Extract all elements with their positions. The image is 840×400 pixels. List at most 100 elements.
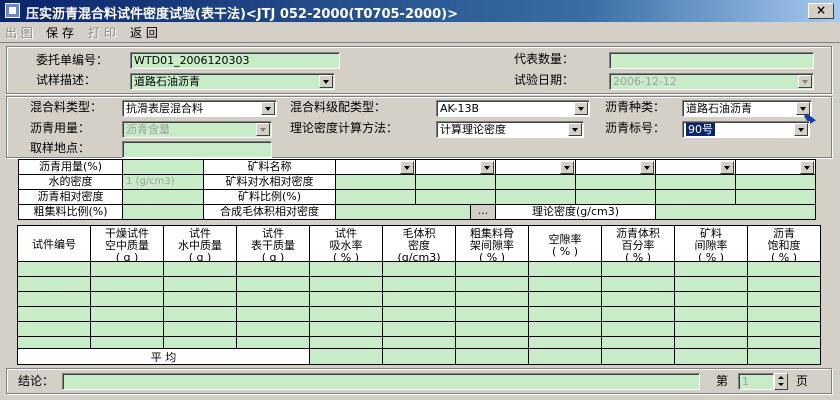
sample-place-field[interactable] [122,141,272,158]
table-header: 干燥试件 空中质量( g ) [90,225,164,264]
coarse-ratio-cell[interactable] [122,204,204,220]
mineral-combo-4[interactable] [575,159,656,175]
mineral-rel-density-label: 矿料对水相对密度 [203,174,336,190]
chevron-down-icon[interactable] [574,102,588,115]
window-title: 压实沥青混合料试件密度试验(表干法)<JTJ 052-2000(T0705-20… [26,7,458,22]
table-row[interactable] [17,261,821,349]
mineral-ratio-cell[interactable] [655,189,736,205]
mineral-ratio-cell[interactable] [735,189,816,205]
rep-qty-field[interactable] [609,52,814,69]
toolbar: 出 图 保 存 打 印 返 回 [0,23,840,43]
table-header: 沥青体积 百分率( % ) [601,225,675,264]
average-cell[interactable] [747,348,821,365]
asphalt-pct-cell[interactable] [122,159,204,175]
mineral-combo-5[interactable] [655,159,736,175]
asphalt-rel-density-cell[interactable] [122,189,204,205]
sample-desc-combo[interactable]: 道路石油沥青 [130,73,335,90]
page-label: 第 [716,374,729,388]
chevron-down-icon[interactable] [640,161,654,174]
chevron-down-icon[interactable] [720,161,734,174]
table-header: 沥青 饱和度( % ) [747,225,821,264]
data-table: 试件编号 干燥试件 空中质量( g ) 试件 水中质量( g ) 试件 表干质量( g… [17,225,821,365]
table-header: 试件 表干质量( g ) [236,225,310,264]
asphalt-rel-density-label: 沥青相对密度 [18,189,123,205]
chevron-down-icon[interactable] [319,75,333,88]
mineral-ratio-cell[interactable] [575,189,656,205]
chevron-down-icon[interactable] [480,161,494,174]
synth-density-label: 合成毛体积相对密度 [203,204,336,220]
mineral-combo-1[interactable] [335,159,416,175]
theory-density-cell[interactable] [655,204,816,220]
entrust-no-label: 委托单编号： [36,53,109,67]
asphalt-amount-combo[interactable]: 沥青含量 [122,121,272,138]
mineral-rel-density-cell[interactable] [655,174,736,190]
mineral-rel-density-cell[interactable] [735,174,816,190]
chevron-down-icon[interactable] [798,75,812,88]
grade-type-combo[interactable]: AK-13B [436,100,590,117]
conclusion-field[interactable] [62,373,700,390]
average-label: 平 均 [17,348,310,365]
mineral-ratio-cell[interactable] [415,189,496,205]
chevron-down-icon[interactable] [261,102,275,115]
average-cell[interactable] [382,348,456,365]
chevron-down-icon[interactable] [794,123,808,136]
sample-desc-label: 试样描述： [36,73,97,87]
asphalt-grade-label: 沥青标号： [605,121,666,135]
table-header: 空隙率( % ) [528,225,602,262]
average-cell[interactable] [601,348,675,365]
table-header: 粗集料骨 架间隙率( % ) [455,225,529,264]
ellipsis-button[interactable]: ... [470,204,496,220]
mineral-ratio-label: 矿料比例(%) [203,189,336,205]
average-cell[interactable] [674,348,748,365]
sample-place-label: 取样地点： [30,141,91,155]
average-cell[interactable] [455,348,529,365]
water-density-cell[interactable]: 1 (g/cm3) [122,174,204,190]
calc-method-combo[interactable]: 计算理论密度 [436,121,584,138]
mineral-rel-density-cell[interactable] [335,174,416,190]
mineral-ratio-cell[interactable] [335,189,416,205]
print-button[interactable]: 打 印 [86,25,118,41]
mineral-ratio-cell[interactable] [495,189,576,205]
mineral-name-label: 矿料名称 [203,159,336,175]
average-cell[interactable] [528,348,602,365]
back-button[interactable]: 返 回 [128,25,160,41]
title-bar: 压实沥青混合料试件密度试验(表干法)<JTJ 052-2000(T0705-20… [0,0,840,22]
water-density-label: 水的密度 [18,174,123,190]
test-date-picker[interactable]: 2006-12-12 [609,73,814,90]
table-body [17,261,821,349]
mix-type-combo[interactable]: 抗滑表层混合料 [122,100,277,117]
theory-density-label: 理论密度(g/cm3) [495,204,656,220]
test-date-label: 试验日期： [514,73,575,87]
entrust-no-field[interactable]: WTD01_2006120303 [130,52,340,69]
page-suffix-label: 页 [796,374,809,388]
mineral-rel-density-cell[interactable] [575,174,656,190]
chevron-down-icon[interactable] [568,123,582,136]
conclusion-label: 结论： [18,374,55,388]
close-button[interactable]: × [808,3,834,19]
page-spinner[interactable] [774,373,788,390]
coarse-ratio-label: 粗集料比例(%) [18,204,123,220]
page-number-input[interactable]: 1 [738,373,774,390]
preview-button[interactable]: 出 图 [3,25,35,41]
chevron-down-icon[interactable] [560,161,574,174]
chevron-down-icon[interactable] [256,123,270,136]
mineral-rel-density-cell[interactable] [415,174,496,190]
save-button[interactable]: 保 存 [44,25,76,41]
synth-density-cell[interactable] [335,204,471,220]
asphalt-pct-label: 沥青用量(%) [18,159,123,175]
mineral-combo-6[interactable] [735,159,816,175]
table-header: 试件编号 [17,225,91,262]
asphalt-amount-label: 沥青用量： [30,121,91,135]
asphalt-kind-label: 沥青种类： [605,100,666,114]
mineral-combo-3[interactable] [495,159,576,175]
calc-method-label: 理论密度计算方法： [290,121,399,135]
mineral-rel-density-cell[interactable] [495,174,576,190]
table-header: 毛体积 密度 (g/cm3) [382,225,456,264]
chevron-down-icon[interactable] [800,161,814,174]
average-cell[interactable] [309,348,383,365]
asphalt-grade-combo[interactable]: 90号 [682,121,810,138]
mineral-combo-2[interactable] [415,159,496,175]
asphalt-kind-combo[interactable]: 道路石油沥青 [682,100,812,117]
grade-type-label: 混合料级配类型： [290,100,387,114]
chevron-down-icon[interactable] [400,161,414,174]
